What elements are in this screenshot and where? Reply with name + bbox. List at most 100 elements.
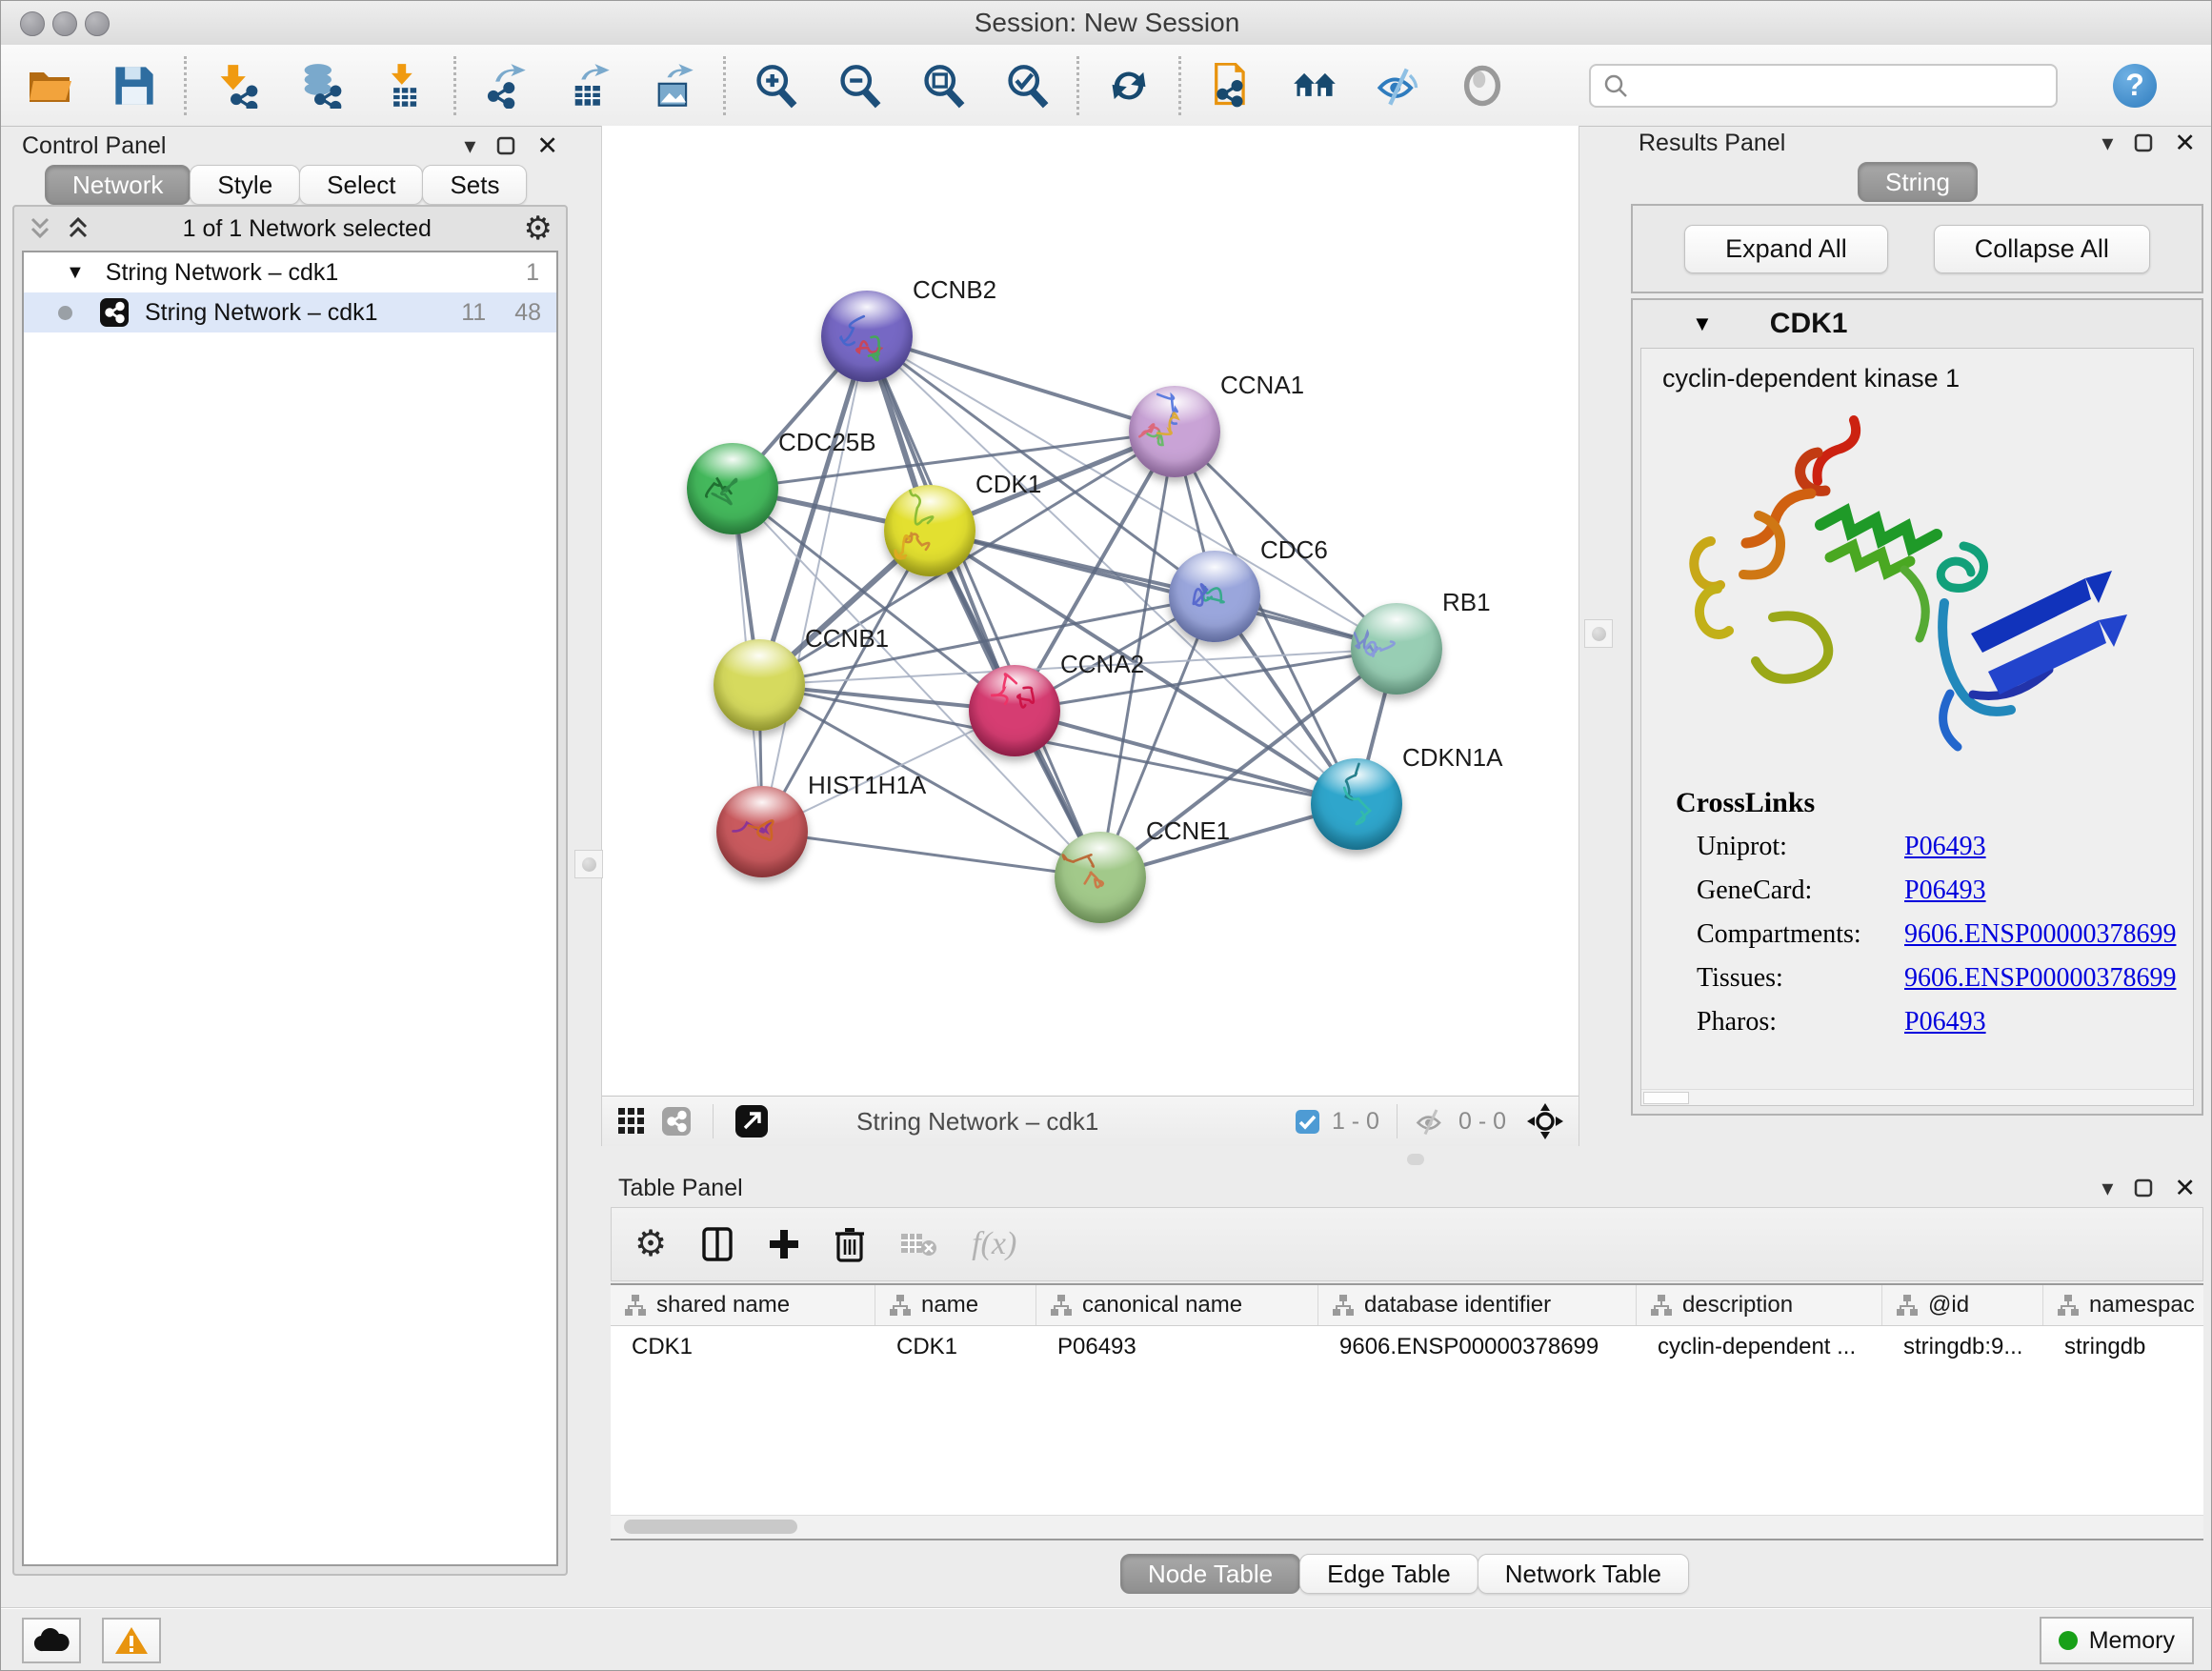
close-window-icon[interactable] xyxy=(20,11,45,36)
table-horizontal-scrollbar[interactable] xyxy=(611,1515,2203,1539)
network-edge-CCNB2-HIST1H1A[interactable] xyxy=(762,336,867,832)
import-network-file-button[interactable] xyxy=(211,59,261,112)
network-canvas[interactable]: CCNB2CCNA1CDC25BCDK1CDC6RB1CCNB1CCNA2CDK… xyxy=(602,126,1579,1096)
network-edge-CCNB2-CCNA1[interactable] xyxy=(867,336,1175,432)
network-node-CDKN1A[interactable] xyxy=(1311,758,1402,850)
tab-network[interactable]: Network xyxy=(45,165,191,205)
network-edge-HIST1H1A-CCNE1[interactable] xyxy=(762,832,1100,877)
collapse-panel-icon[interactable]: ▾ xyxy=(2101,130,2113,157)
add-column-icon[interactable] xyxy=(768,1228,800,1260)
right-splitter-handle[interactable] xyxy=(1584,619,1613,648)
cdk1-section-header[interactable]: ▼ CDK1 xyxy=(1633,300,2202,348)
share-document-button[interactable] xyxy=(1206,59,1256,112)
float-panel-icon[interactable] xyxy=(2134,133,2153,152)
delete-table-icon[interactable] xyxy=(899,1230,937,1258)
column-header-@id[interactable]: @id xyxy=(1882,1285,2043,1325)
crosslink-link[interactable]: P06493 xyxy=(1904,832,1986,862)
scrollbar-thumb[interactable] xyxy=(624,1520,797,1534)
network-row-selected[interactable]: String Network – cdk1 11 48 xyxy=(24,292,556,332)
birds-eye-view-icon[interactable] xyxy=(734,1104,769,1138)
export-network-button[interactable] xyxy=(481,59,531,112)
fit-content-crosshair-icon[interactable] xyxy=(1527,1103,1563,1139)
network-node-HIST1H1A[interactable] xyxy=(716,786,808,877)
function-builder-icon[interactable]: f(x) xyxy=(972,1226,1016,1262)
float-panel-icon[interactable] xyxy=(496,136,515,155)
zoom-in-button[interactable] xyxy=(751,59,800,112)
save-session-button[interactable] xyxy=(110,59,159,112)
table-cell[interactable]: CDK1 xyxy=(611,1326,875,1368)
crosslink-link[interactable]: 9606.ENSP00000378699 xyxy=(1904,963,2176,994)
close-panel-icon[interactable]: ✕ xyxy=(2174,129,2196,158)
network-node-CDK1[interactable] xyxy=(884,485,975,576)
network-node-CCNE1[interactable] xyxy=(1055,832,1146,923)
column-header-description[interactable]: description xyxy=(1637,1285,1882,1325)
collapse-all-icon[interactable] xyxy=(28,214,52,243)
selected-checkbox-icon[interactable] xyxy=(1295,1109,1320,1135)
network-node-CCNA1[interactable] xyxy=(1129,386,1220,477)
zoom-out-button[interactable] xyxy=(835,59,884,112)
export-table-button[interactable] xyxy=(565,59,614,112)
crosslink-link[interactable]: 9606.ENSP00000378699 xyxy=(1904,919,2176,950)
network-edge-CCNA2-CDKN1A[interactable] xyxy=(1015,711,1357,804)
memory-button[interactable]: Memory xyxy=(2040,1617,2194,1664)
network-node-CCNA2[interactable] xyxy=(969,665,1060,756)
expand-all-button[interactable]: Expand All xyxy=(1684,225,1888,273)
column-header-name[interactable]: name xyxy=(875,1285,1036,1325)
close-panel-icon[interactable]: ✕ xyxy=(2174,1174,2196,1203)
column-header-namespac[interactable]: namespac xyxy=(2043,1285,2203,1325)
results-scrollbar[interactable] xyxy=(1641,1089,2193,1105)
close-panel-icon[interactable]: ✕ xyxy=(536,131,558,161)
table-row[interactable]: CDK1CDK1P064939606.ENSP00000378699cyclin… xyxy=(611,1326,2203,1368)
column-header-shared-name[interactable]: shared name xyxy=(611,1285,875,1325)
tab-edge-table[interactable]: Edge Table xyxy=(1299,1554,1478,1594)
network-node-CDC25B[interactable] xyxy=(687,443,778,534)
crosslink-link[interactable]: P06493 xyxy=(1904,1007,1986,1037)
network-options-gear-icon[interactable]: ⚙ xyxy=(524,212,553,245)
zoom-fit-button[interactable] xyxy=(918,59,968,112)
export-image-button[interactable] xyxy=(649,59,698,112)
help-button[interactable]: ? xyxy=(2113,64,2157,108)
horizontal-splitter-handle[interactable] xyxy=(1407,1154,1424,1165)
tab-style[interactable]: Style xyxy=(190,165,300,205)
cloud-button[interactable] xyxy=(22,1618,81,1663)
import-network-database-button[interactable] xyxy=(295,59,345,112)
left-splitter-handle[interactable] xyxy=(574,850,603,878)
column-visibility-icon[interactable] xyxy=(701,1227,734,1261)
table-cell[interactable]: cyclin-dependent ... xyxy=(1637,1326,1882,1368)
collapse-panel-icon[interactable]: ▾ xyxy=(464,132,475,160)
tab-network-table[interactable]: Network Table xyxy=(1478,1554,1689,1594)
search-input[interactable] xyxy=(1589,64,2058,108)
import-table-file-button[interactable] xyxy=(379,59,429,112)
section-collapse-icon[interactable]: ▼ xyxy=(1692,312,1713,336)
network-node-RB1[interactable] xyxy=(1351,603,1442,695)
expand-all-icon[interactable] xyxy=(66,214,90,243)
float-panel-icon[interactable] xyxy=(2134,1178,2153,1198)
minimize-window-icon[interactable] xyxy=(52,11,77,36)
hidden-eye-icon[interactable] xyxy=(1415,1107,1447,1136)
table-cell[interactable]: stringdb xyxy=(2043,1326,2203,1368)
collapse-all-button[interactable]: Collapse All xyxy=(1934,225,2150,273)
open-session-button[interactable] xyxy=(26,59,75,112)
table-cell[interactable]: stringdb:9... xyxy=(1882,1326,2043,1368)
tab-string[interactable]: String xyxy=(1858,162,1978,202)
tree-expand-icon[interactable]: ▼ xyxy=(66,262,85,284)
warning-button[interactable] xyxy=(102,1618,161,1663)
collapse-panel-icon[interactable]: ▾ xyxy=(2101,1175,2113,1202)
delete-column-icon[interactable] xyxy=(835,1226,865,1262)
column-header-database-identifier[interactable]: database identifier xyxy=(1318,1285,1637,1325)
network-node-CDC6[interactable] xyxy=(1169,551,1260,642)
string-home-button[interactable] xyxy=(1290,59,1339,112)
table-settings-gear-icon[interactable]: ⚙ xyxy=(634,1226,667,1262)
grid-view-icon[interactable] xyxy=(617,1107,646,1136)
network-node-CCNB2[interactable] xyxy=(821,291,913,382)
crosslink-link[interactable]: P06493 xyxy=(1904,876,1986,906)
zoom-window-icon[interactable] xyxy=(85,11,110,36)
table-cell[interactable]: P06493 xyxy=(1036,1326,1318,1368)
zoom-selected-button[interactable] xyxy=(1002,59,1052,112)
column-header-canonical-name[interactable]: canonical name xyxy=(1036,1285,1318,1325)
tab-node-table[interactable]: Node Table xyxy=(1120,1554,1300,1594)
network-collection-row[interactable]: ▼ String Network – cdk1 1 xyxy=(24,252,556,292)
tab-select[interactable]: Select xyxy=(299,165,423,205)
refresh-button[interactable] xyxy=(1104,59,1154,112)
table-cell[interactable]: CDK1 xyxy=(875,1326,1036,1368)
